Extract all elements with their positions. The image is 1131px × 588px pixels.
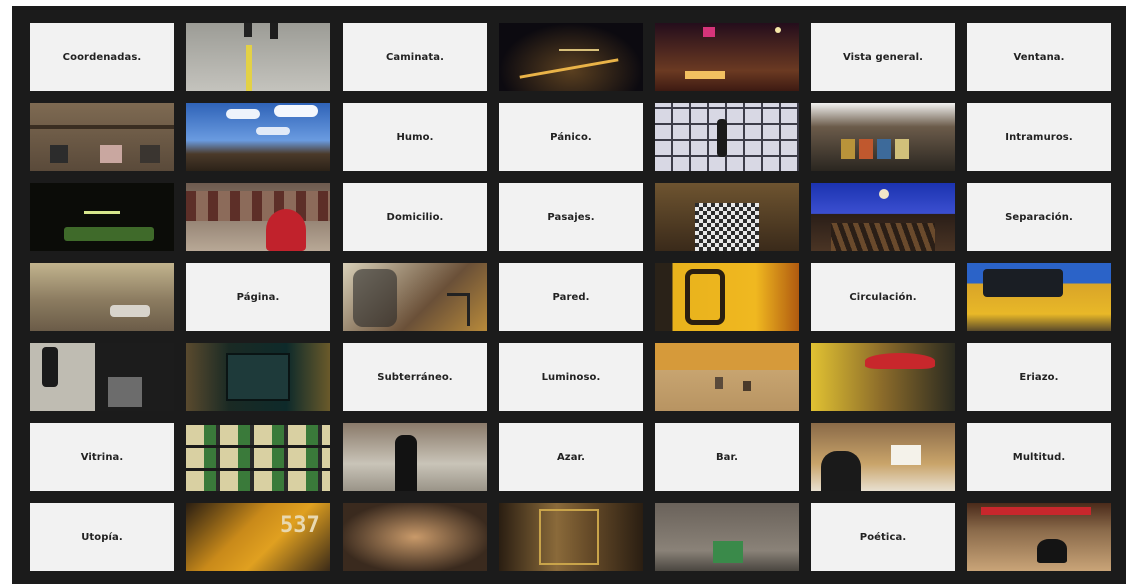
ornate-door-photo[interactable] [499, 503, 643, 571]
tile-label: Subterráneo. [377, 371, 453, 383]
tile-label: Poética. [859, 531, 907, 543]
tile-label: Vista general. [842, 51, 924, 63]
tile-label: Eriazo. [1019, 371, 1059, 383]
tile-subterraneo[interactable]: Subterráneo. [343, 343, 487, 411]
tile-intramuros[interactable]: Intramuros. [967, 103, 1111, 171]
walking-feet-photo[interactable] [30, 343, 174, 411]
mosaic-board: Coordenadas. Caminata. Vista general. Ve… [12, 6, 1126, 584]
tile-panico[interactable]: Pánico. [499, 103, 643, 171]
gloves-display-photo[interactable] [186, 423, 330, 491]
ticket-number-text: 537 [280, 513, 320, 538]
tile-poetica[interactable]: Poética. [811, 503, 955, 571]
tile-label: Separación. [1005, 211, 1073, 223]
checkered-passage-photo[interactable] [655, 183, 799, 251]
tile-label: Coordenadas. [62, 51, 142, 63]
tile-label: Caminata. [385, 51, 445, 63]
subway-poster-photo[interactable] [186, 343, 330, 411]
night-city-photo[interactable] [499, 23, 643, 91]
tile-luminoso[interactable]: Luminoso. [499, 343, 643, 411]
tile-label: Multitud. [1012, 451, 1066, 463]
tile-label: Ventana. [1013, 51, 1065, 63]
ticket-537-photo[interactable]: 537 [186, 503, 330, 571]
tile-label: Circulación. [849, 291, 917, 303]
red-umbrella-blur-photo[interactable] [811, 343, 955, 411]
tile-vista-general[interactable]: Vista general. [811, 23, 955, 91]
fruit-crates-dog-photo[interactable] [967, 503, 1111, 571]
tile-pagina[interactable]: Página. [186, 263, 330, 331]
red-hair-street-photo[interactable] [186, 183, 330, 251]
tile-label: Humo. [396, 131, 434, 143]
tile-coordenadas[interactable]: Coordenadas. [30, 23, 174, 91]
glass-ceiling-photo[interactable] [655, 103, 799, 171]
tile-pared[interactable]: Pared. [499, 263, 643, 331]
tile-label: Página. [236, 291, 280, 303]
tile-label: Bar. [715, 451, 739, 463]
tile-label: Luminoso. [541, 371, 601, 383]
tile-caminata[interactable]: Caminata. [343, 23, 487, 91]
station-roof-photo[interactable] [811, 183, 955, 251]
posters-street-photo[interactable] [811, 103, 955, 171]
tile-label: Azar. [556, 451, 586, 463]
billiard-room-photo[interactable] [30, 183, 174, 251]
building-facade-photo[interactable] [30, 103, 174, 171]
tile-label: Utopía. [81, 531, 123, 543]
tile-circulacion[interactable]: Circulación. [811, 263, 955, 331]
tile-multitud[interactable]: Multitud. [967, 423, 1111, 491]
tile-humo[interactable]: Humo. [343, 103, 487, 171]
graffiti-wall-photo[interactable] [343, 263, 487, 331]
street-legs-photo[interactable] [186, 23, 330, 91]
plaza-pigeons-photo[interactable] [655, 343, 799, 411]
tile-label: Intramuros. [1005, 131, 1073, 143]
tile-pasajes[interactable]: Pasajes. [499, 183, 643, 251]
tile-separacion[interactable]: Separación. [967, 183, 1111, 251]
blurred-figure-photo[interactable] [343, 503, 487, 571]
tile-domicilio[interactable]: Domicilio. [343, 183, 487, 251]
tile-bar[interactable]: Bar. [655, 423, 799, 491]
tile-eriazo[interactable]: Eriazo. [967, 343, 1111, 411]
tile-label: Pared. [552, 291, 590, 303]
tile-azar[interactable]: Azar. [499, 423, 643, 491]
tile-ventana[interactable]: Ventana. [967, 23, 1111, 91]
man-coat-street-photo[interactable] [343, 423, 487, 491]
tile-vitrina[interactable]: Vitrina. [30, 423, 174, 491]
tile-label: Pasajes. [547, 211, 595, 223]
night-avenue-photo[interactable] [655, 23, 799, 91]
wall-sleeper-photo[interactable] [30, 263, 174, 331]
city-sky-photo[interactable] [186, 103, 330, 171]
yellow-bus-number-photo[interactable] [655, 263, 799, 331]
bar-counter-photo[interactable] [811, 423, 955, 491]
tile-label: Domicilio. [386, 211, 444, 223]
green-bin-wall-photo[interactable] [655, 503, 799, 571]
tile-label: Vitrina. [80, 451, 124, 463]
tile-utopia[interactable]: Utopía. [30, 503, 174, 571]
tile-label: Pánico. [550, 131, 592, 143]
yellow-bus-photo[interactable] [967, 263, 1111, 331]
